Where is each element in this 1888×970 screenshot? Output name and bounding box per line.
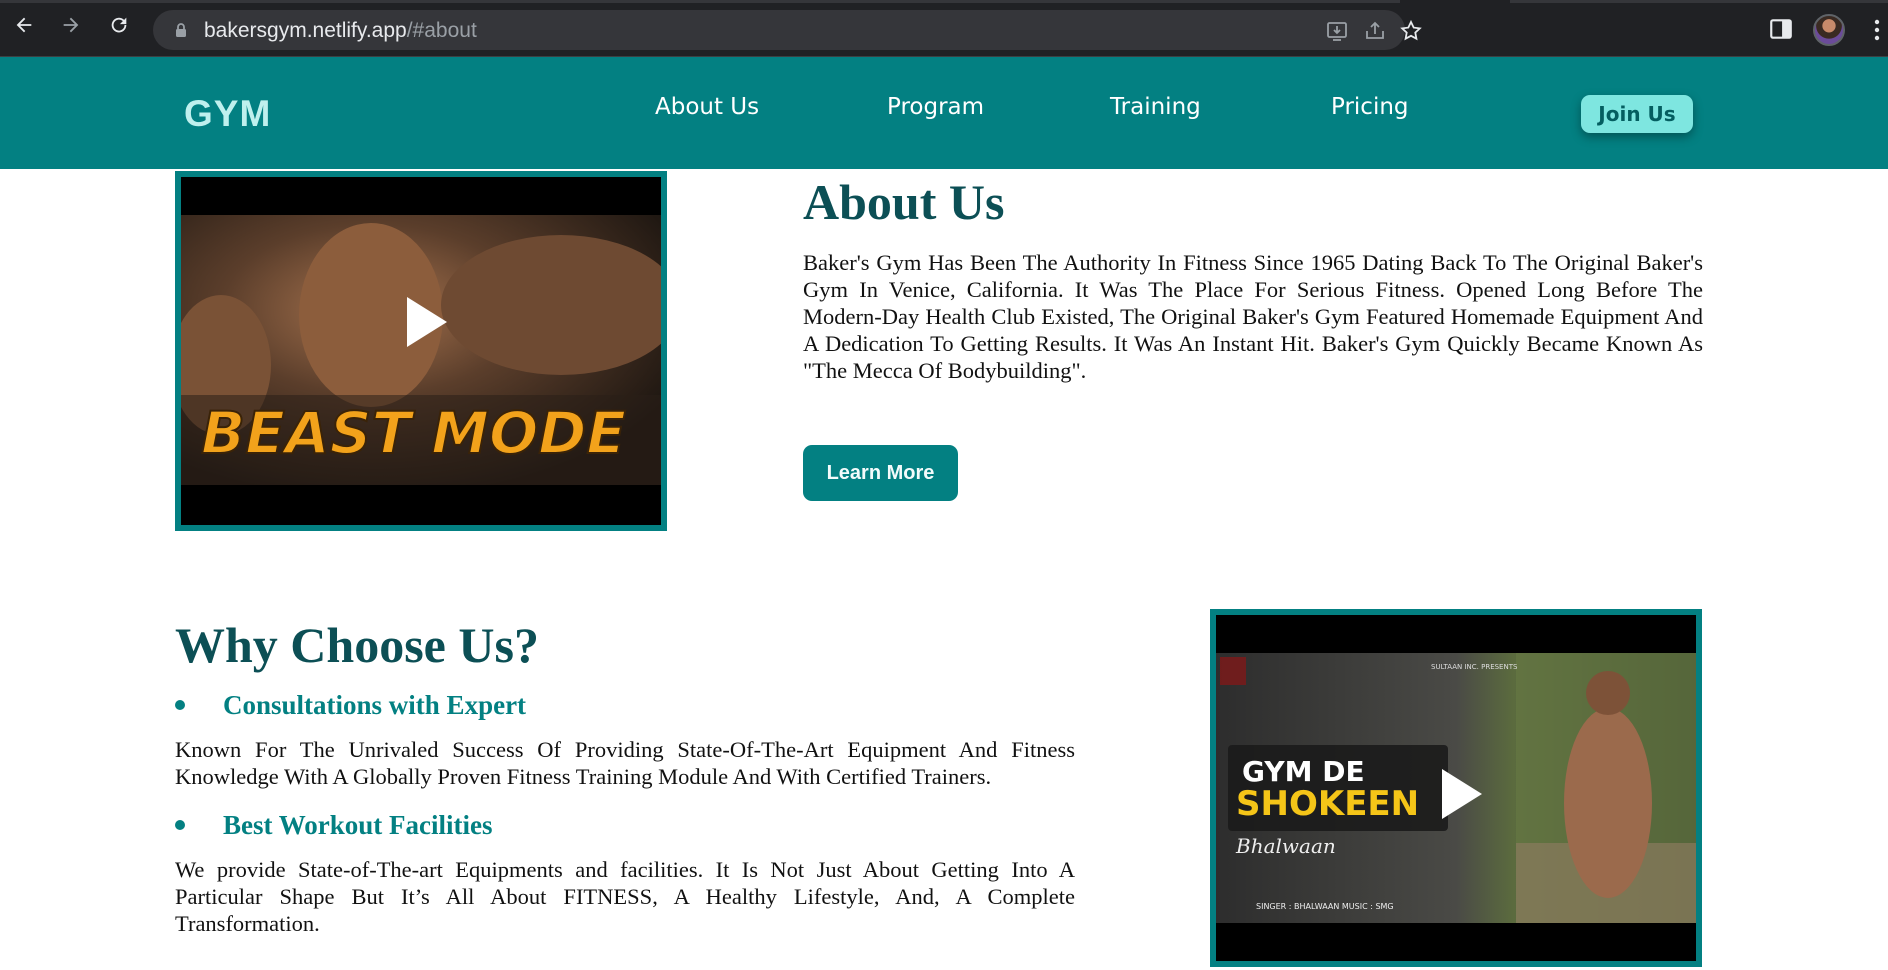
about-heading: About Us: [803, 174, 1005, 230]
install-app-icon[interactable]: [1325, 19, 1349, 43]
lock-icon[interactable]: [173, 22, 189, 38]
bullet-icon: [175, 820, 185, 830]
join-us-button[interactable]: Join Us: [1581, 95, 1693, 133]
nav-link-about-us[interactable]: About Us: [655, 94, 759, 120]
reload-icon[interactable]: [108, 14, 130, 36]
presents-label: SULTAAN INC. PRESENTS: [1431, 663, 1518, 671]
feature-description: Known For The Unrivaled Success Of Provi…: [175, 737, 1075, 789]
about-description: Baker's Gym Has Been The Authority In Fi…: [803, 250, 1703, 383]
site-header: GYM About Us Program Training Pricing Jo…: [0, 57, 1888, 169]
feature-facilities: Best Workout Facilities: [175, 810, 775, 842]
url-text[interactable]: bakersgym.netlify.app/#about: [204, 19, 477, 43]
video-title-line2: SHOKEEN: [1236, 784, 1419, 824]
side-panel-icon[interactable]: [1768, 16, 1794, 42]
feature-heading: Best Workout Facilities: [223, 810, 493, 840]
about-video-thumbnail: BEAST MODE: [181, 215, 661, 485]
learn-more-button[interactable]: Learn More: [803, 445, 958, 501]
share-icon[interactable]: [1363, 19, 1387, 43]
nav-link-pricing[interactable]: Pricing: [1331, 94, 1409, 120]
tab-strip: [0, 0, 1888, 3]
play-icon[interactable]: [1440, 767, 1484, 821]
why-video-player[interactable]: SULTAAN INC. PRESENTS GYM DE SHOKEEN Bha…: [1210, 609, 1702, 967]
back-arrow-icon[interactable]: [13, 14, 35, 36]
menu-kebab-icon[interactable]: [1874, 19, 1880, 41]
profile-avatar[interactable]: [1813, 14, 1845, 46]
forward-arrow-icon[interactable]: [60, 14, 82, 36]
video-signature: Bhalwaan: [1235, 834, 1336, 858]
nav-link-program[interactable]: Program: [887, 94, 984, 120]
feature-heading: Consultations with Expert: [223, 690, 527, 720]
feature-description: We provide State-of-The-art Equipments a…: [175, 857, 1075, 936]
about-video-player[interactable]: BEAST MODE: [175, 171, 667, 531]
bullet-icon: [175, 700, 185, 710]
video-credits: SINGER : BHALWAAN MUSIC : SMG: [1256, 902, 1394, 911]
logo[interactable]: GYM: [184, 93, 271, 135]
why-choose-us-heading: Why Choose Us?: [175, 617, 539, 673]
feature-consultations: Consultations with Expert: [175, 690, 775, 722]
browser-toolbar: bakersgym.netlify.app/#about: [0, 0, 1888, 57]
beast-mode-caption: BEAST MODE: [201, 399, 626, 467]
play-icon[interactable]: [405, 295, 449, 349]
bookmark-star-icon[interactable]: [1399, 19, 1423, 43]
nav-link-training[interactable]: Training: [1110, 94, 1201, 120]
address-bar[interactable]: bakersgym.netlify.app/#about: [153, 10, 1422, 50]
